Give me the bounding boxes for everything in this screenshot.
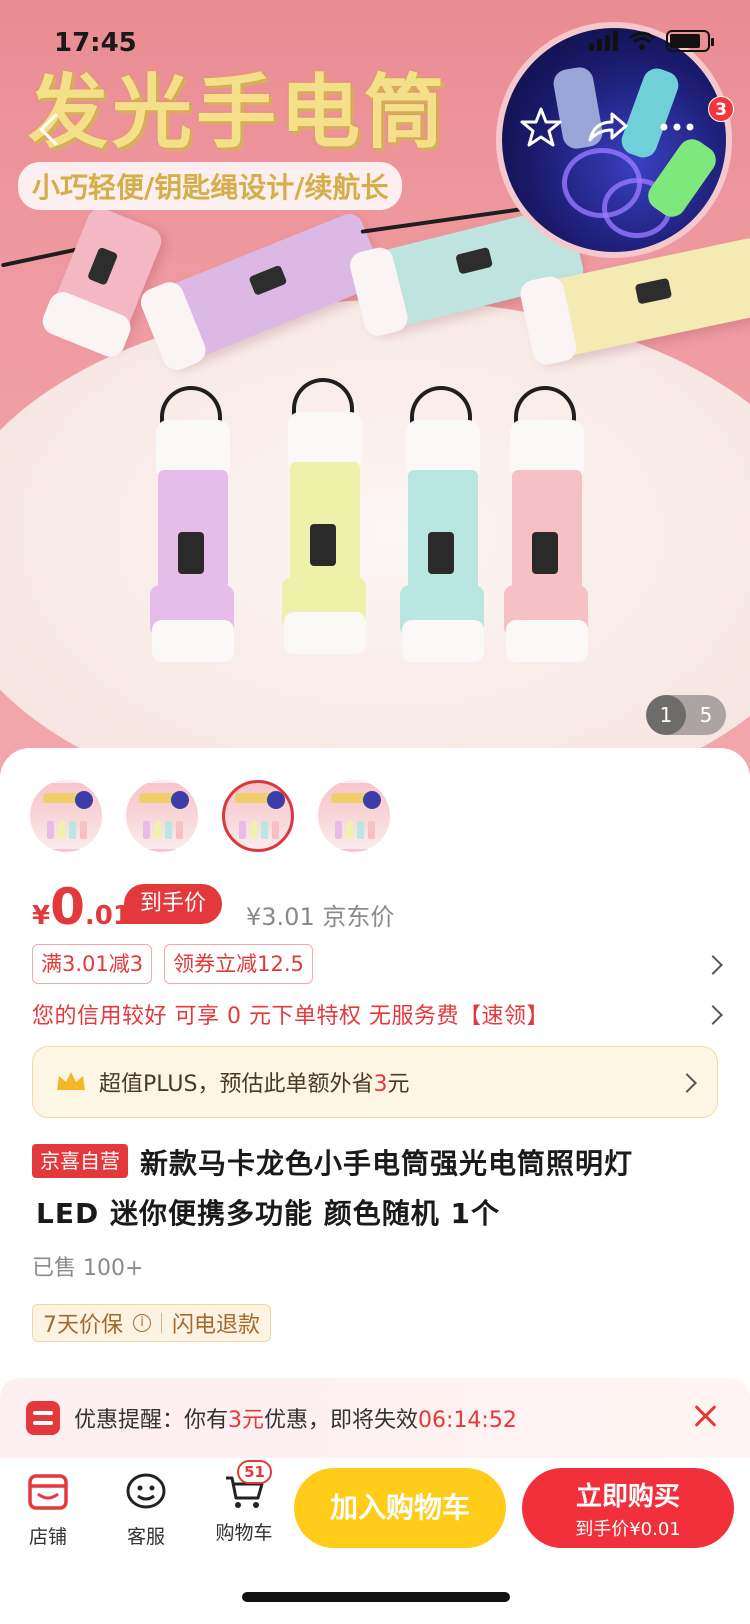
- sku-thumbnails: [30, 780, 390, 852]
- product-title-line1: 新款马卡龙色小手电筒强光电筒照明灯: [140, 1147, 634, 1180]
- buy-now-label: 立即购买: [575, 1482, 680, 1512]
- final-price-tag: 到手价: [124, 884, 223, 924]
- coupon-icon: [26, 1401, 60, 1435]
- store-icon: [28, 1474, 68, 1510]
- buy-now-button[interactable]: 立即购买 到手价¥0.01: [522, 1468, 734, 1548]
- pager-current: 1: [646, 695, 686, 735]
- flashlight-pink: [504, 386, 596, 662]
- service-badges[interactable]: 7天价保 i 闪电退款: [32, 1304, 272, 1342]
- cart-tab[interactable]: 51 购物车: [204, 1460, 284, 1545]
- status-icons: [589, 30, 714, 52]
- coupon-badge[interactable]: 领券立减12.5: [164, 944, 313, 984]
- plus-savings-text: 超值PLUS，预估此单额外省3元: [99, 1072, 410, 1097]
- plate-image: [0, 300, 750, 775]
- close-icon[interactable]: [692, 1402, 720, 1430]
- customer-service-label: 客服: [126, 1526, 165, 1548]
- status-time: 17:45: [54, 28, 137, 58]
- back-icon[interactable]: [32, 110, 72, 150]
- image-pager: 1 5: [646, 695, 726, 735]
- flashlight-mint: [400, 386, 492, 662]
- flashlight-purple: [150, 386, 242, 662]
- cart-label: 购物车: [215, 1522, 273, 1544]
- reminder-text: 优惠提醒：你有3元优惠，即将失效06:14:52: [74, 1408, 517, 1433]
- cart-count-badge: 51: [237, 1460, 272, 1484]
- more-icon[interactable]: [654, 104, 700, 150]
- flashlight-yellow: [282, 378, 374, 654]
- coupon-badge[interactable]: 满3.01减3: [32, 944, 153, 984]
- cart-icon-wrap: 51: [222, 1460, 272, 1512]
- credit-offer-text[interactable]: 您的信用较好 可享 0 元下单特权 无服务费【速领】: [32, 998, 549, 1030]
- jd-price: ¥3.01 京东价: [246, 903, 395, 931]
- product-image-carousel[interactable]: 发光手电筒 小巧轻便/钥匙绳设计/续航长: [0, 0, 750, 775]
- self-operated-tag: 京喜自营: [32, 1144, 128, 1178]
- buy-now-price: 到手价¥0.01: [575, 1519, 681, 1540]
- battery-icon: [666, 30, 714, 52]
- home-indicator[interactable]: [242, 1592, 510, 1602]
- fast-refund-label: 闪电退款: [172, 1313, 261, 1338]
- price-integer: 0: [50, 878, 85, 936]
- store-tab[interactable]: 店铺: [8, 1472, 88, 1549]
- info-icon[interactable]: i: [133, 1314, 151, 1332]
- sku-thumbnail[interactable]: [126, 780, 198, 852]
- wifi-icon: [629, 31, 655, 50]
- signal-icon: [589, 31, 618, 51]
- plus-savings-banner[interactable]: 超值PLUS，预估此单额外省3元: [32, 1046, 718, 1118]
- customer-service-tab[interactable]: 客服: [106, 1472, 186, 1549]
- product-title-line2: LED 迷你便携多功能 颜色随机 1个: [36, 1197, 500, 1230]
- sold-count: 已售 100+: [32, 1256, 144, 1281]
- coupon-row[interactable]: 满3.01减3 领券立减12.5: [32, 944, 313, 984]
- pager-total: 5: [699, 703, 713, 727]
- banner-subtitle: 小巧轻便/钥匙绳设计/续航长: [18, 162, 403, 210]
- discount-reminder-bar[interactable]: 优惠提醒：你有3元优惠，即将失效06:14:52: [0, 1378, 750, 1458]
- flashlight-image: [38, 204, 166, 361]
- store-label: 店铺: [28, 1526, 67, 1548]
- favorite-star-icon[interactable]: [518, 104, 564, 150]
- bottom-action-bar: 店铺 客服 51 购物车 加入购物车 立即购买 到手价¥0.01: [0, 1458, 750, 1558]
- share-icon[interactable]: [584, 104, 630, 150]
- add-to-cart-button[interactable]: 加入购物车: [294, 1468, 506, 1548]
- banner-title: 发光手电筒: [28, 66, 448, 159]
- customer-service-icon: [126, 1473, 166, 1509]
- price-protection-label: 7天价保: [43, 1313, 123, 1338]
- sku-thumbnail-selected[interactable]: [222, 780, 294, 852]
- message-badge: 3: [708, 96, 734, 122]
- countdown-timer: 06:14:52: [418, 1408, 517, 1433]
- crown-icon: [57, 1072, 85, 1090]
- divider: [161, 1313, 162, 1333]
- sku-thumbnail[interactable]: [318, 780, 390, 852]
- price: ¥ 0 .01: [32, 882, 131, 932]
- price-symbol: ¥: [32, 901, 51, 931]
- sku-thumbnail[interactable]: [30, 780, 102, 852]
